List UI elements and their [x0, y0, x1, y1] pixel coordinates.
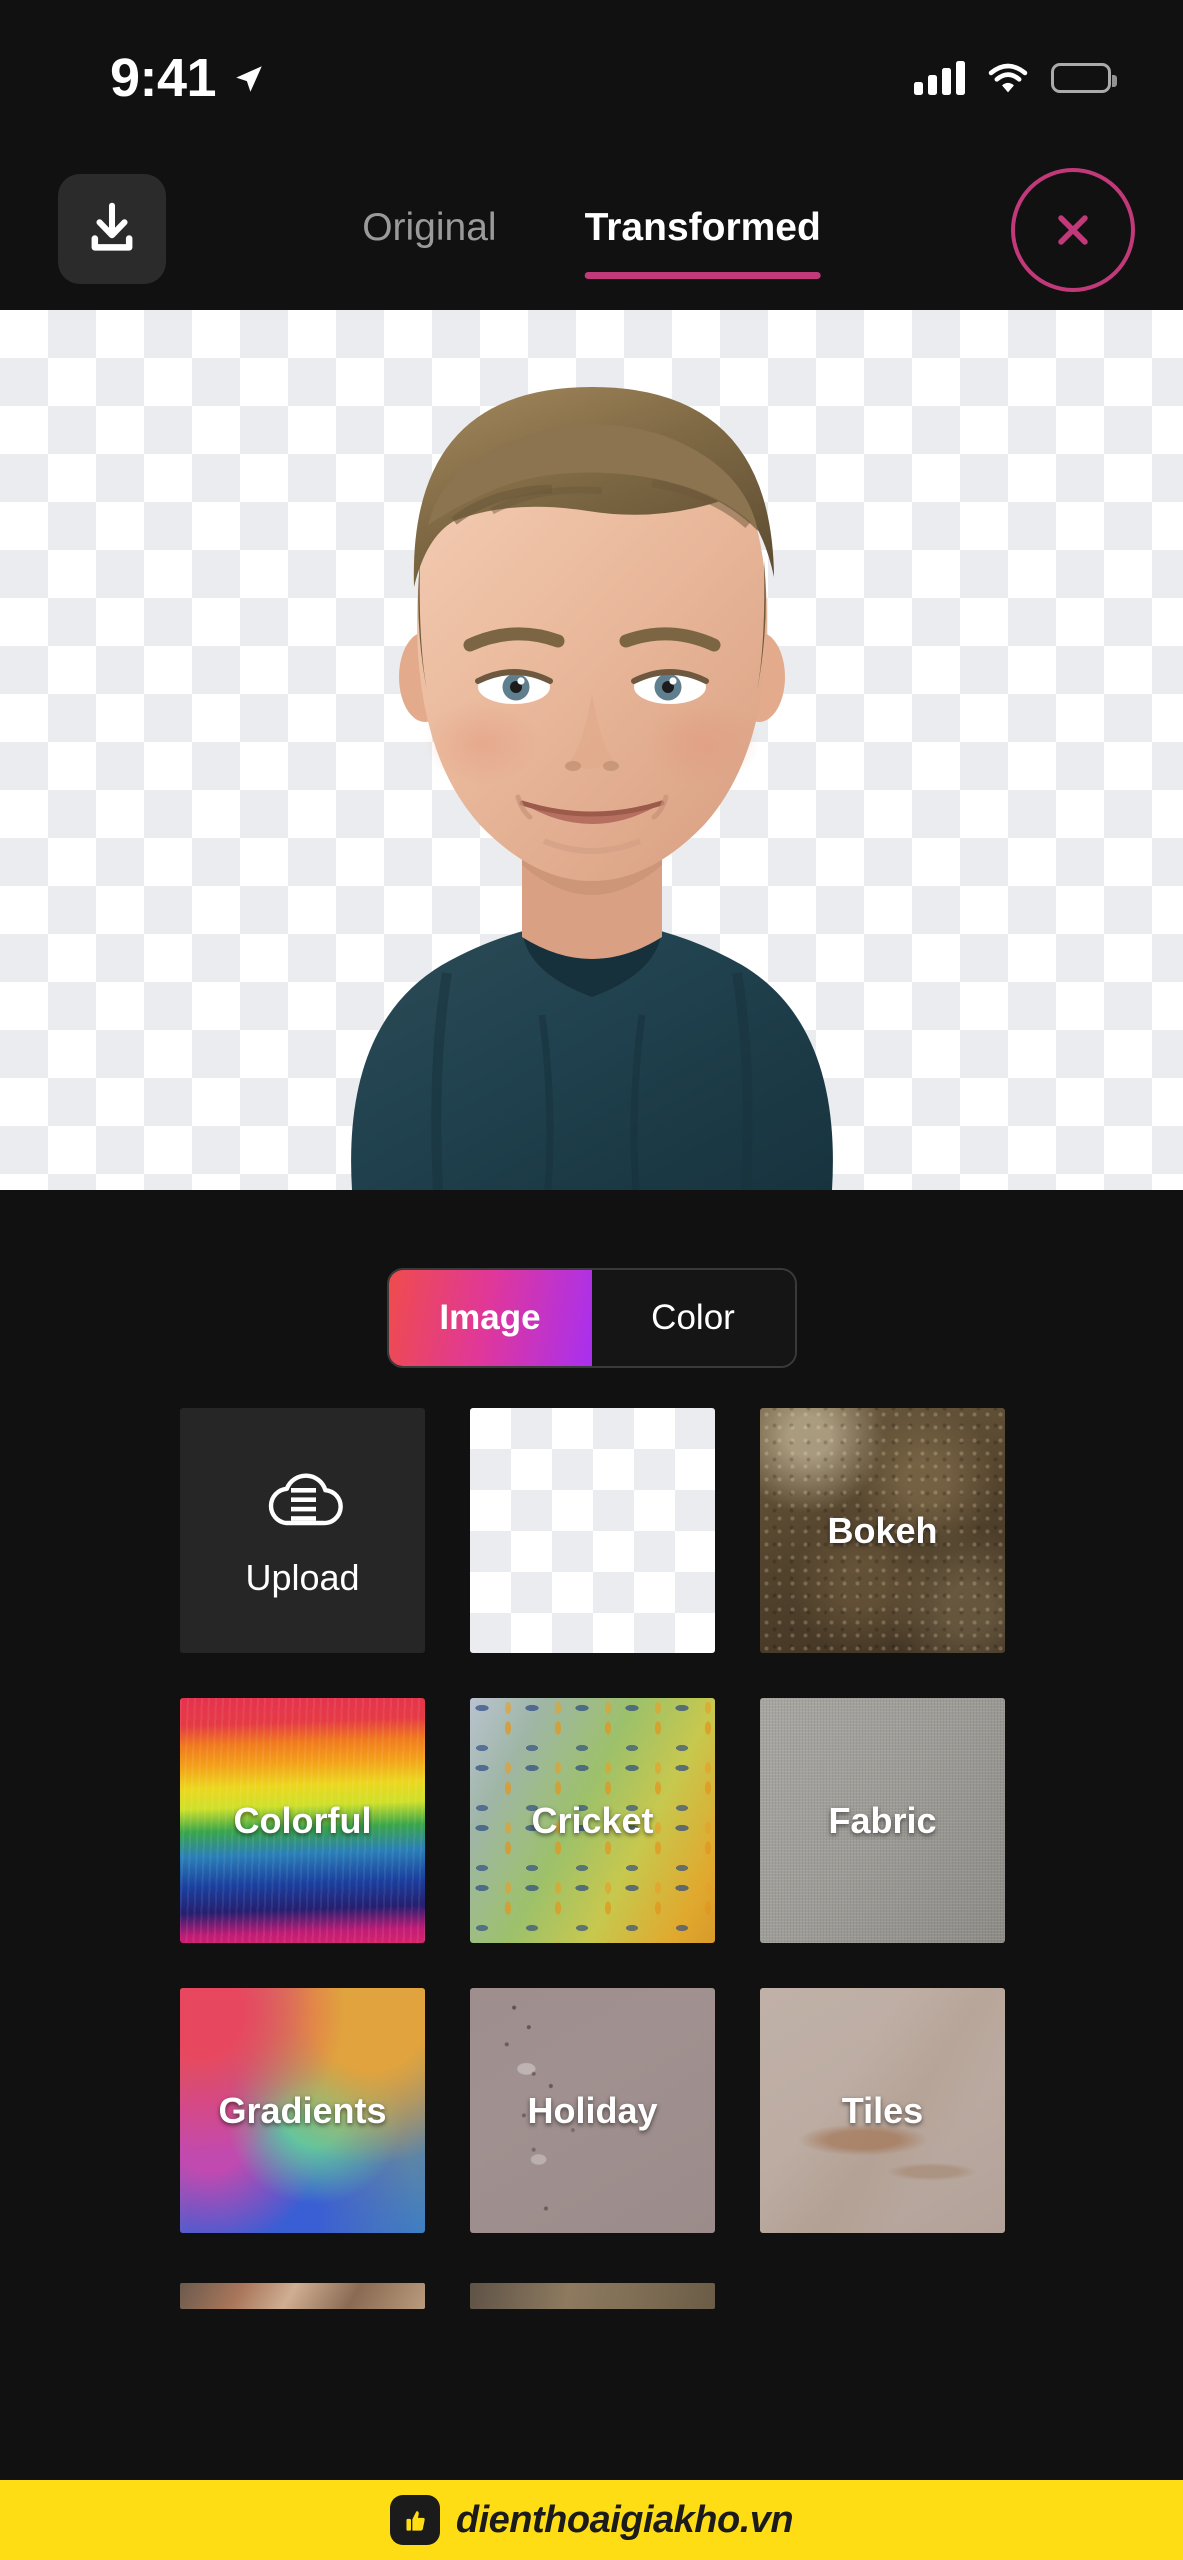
toggle-option-image[interactable]: Image: [388, 1270, 592, 1366]
app-root: 9:41 Original Transformed Image Color Up…: [0, 0, 1183, 2560]
toggle-option-color[interactable]: Color: [591, 1270, 795, 1366]
background-tile-fabric[interactable]: Fabric: [760, 1698, 1005, 1943]
background-tile-tiles[interactable]: Tiles: [760, 1988, 1005, 2233]
status-bar-right: [914, 61, 1117, 95]
cellular-signal-icon: [914, 61, 965, 95]
image-preview-canvas[interactable]: [0, 310, 1183, 1190]
background-tile-transparent[interactable]: [470, 1408, 715, 1653]
background-tile-label: Colorful: [233, 1799, 372, 1841]
tab-original[interactable]: Original: [362, 208, 496, 253]
background-type-toggle: Image Color: [386, 1268, 797, 1368]
background-tile-bokeh[interactable]: Bokeh: [760, 1408, 1005, 1653]
background-tile-upload[interactable]: Upload: [180, 1408, 425, 1653]
background-tile-label: Cricket: [531, 1799, 654, 1841]
status-bar: 9:41: [0, 0, 1183, 150]
background-tile-colorful[interactable]: Colorful: [180, 1698, 425, 1943]
status-bar-left: 9:41: [110, 45, 266, 105]
background-picker-panel: Image Color Upload Bokeh Colorful Cricke…: [0, 1190, 1183, 2480]
wifi-icon: [988, 63, 1028, 93]
background-tile-next-row-peek[interactable]: [180, 2283, 1005, 2309]
background-tile-gradients[interactable]: Gradients: [180, 1988, 425, 2233]
background-tile-holiday[interactable]: Holiday: [470, 1988, 715, 2233]
toolbar: Original Transformed: [0, 150, 1183, 310]
watermark-text: dienthoaigiakho.vn: [455, 2498, 794, 2541]
tile-peek: [760, 2283, 1005, 2309]
watermark-banner: dienthoaigiakho.vn: [0, 2480, 1183, 2560]
tab-transformed[interactable]: Transformed: [584, 205, 821, 279]
close-x-icon: [1058, 215, 1088, 245]
background-tile-label: Holiday: [527, 2089, 658, 2131]
background-tile-grid: Upload Bokeh Colorful Cricket Fabric Gra…: [180, 1408, 1005, 2233]
toggle-option-image-label: Image: [439, 1298, 541, 1337]
location-arrow-icon: [236, 66, 262, 92]
tab-original-label: Original: [362, 205, 497, 249]
battery-full-icon: [1051, 63, 1117, 93]
download-button[interactable]: [58, 174, 166, 284]
background-tile-label: Tiles: [841, 2089, 924, 2131]
thumbs-up-logo-icon: [389, 2495, 440, 2545]
tab-active-indicator: [584, 271, 821, 279]
cutout-portrait-photo: [350, 387, 833, 1190]
cloud-upload-icon: [268, 1472, 343, 1525]
tile-peek[interactable]: [470, 2283, 715, 2309]
background-tile-label: Gradients: [218, 2089, 387, 2131]
status-time: 9:41: [110, 48, 217, 108]
close-button[interactable]: [1011, 168, 1135, 292]
toggle-option-color-label: Color: [651, 1298, 735, 1337]
tab-transformed-label: Transformed: [584, 205, 821, 249]
tile-peek[interactable]: [180, 2283, 425, 2309]
background-tile-label: Bokeh: [827, 1509, 938, 1551]
background-tile-label: Upload: [245, 1556, 360, 1598]
background-tile-label: Fabric: [828, 1799, 937, 1841]
preview-tabs: Original Transformed: [362, 150, 821, 310]
download-icon: [91, 202, 133, 251]
background-tile-cricket[interactable]: Cricket: [470, 1698, 715, 1943]
